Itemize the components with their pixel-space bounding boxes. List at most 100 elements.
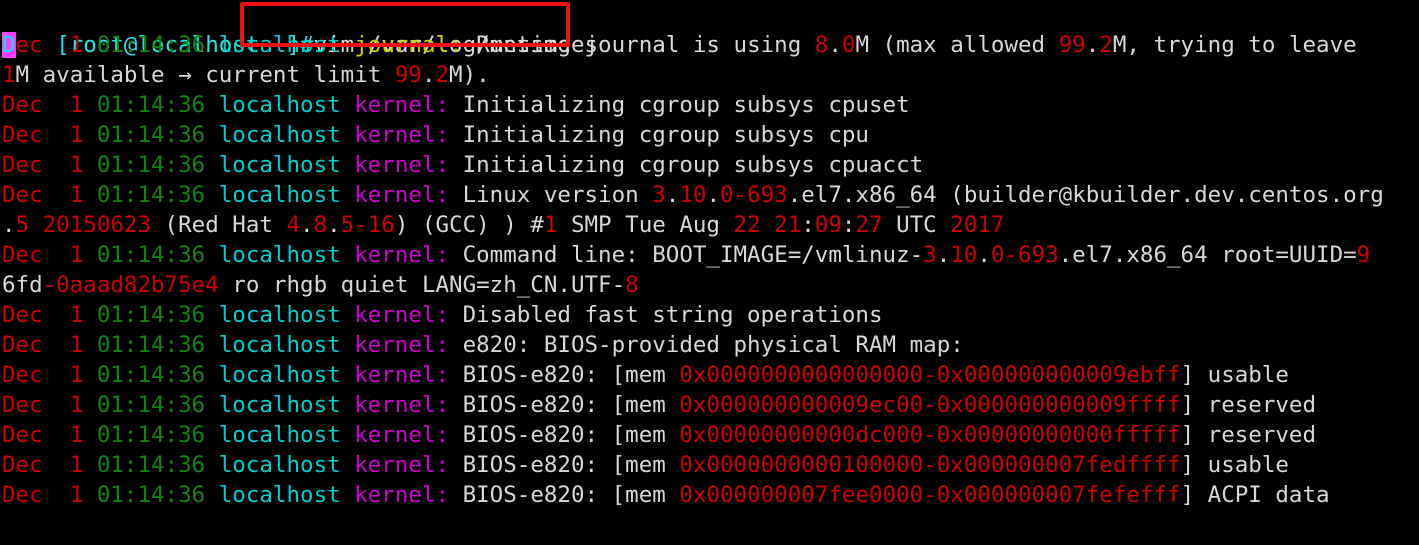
log-segment: UTC [882, 212, 951, 238]
log-segment: BIOS-e820: [mem [449, 392, 680, 418]
log-segment [341, 152, 355, 178]
log-segment [43, 422, 70, 448]
log-segment [83, 242, 97, 268]
log-segment: localhost [218, 122, 341, 148]
log-line: Dec 1 01:14:36 localhost kernel: BIOS-e8… [0, 360, 1419, 390]
log-segment [341, 392, 355, 418]
log-segment: ] reserved [1180, 392, 1317, 418]
log-segment [205, 332, 219, 358]
log-segment [83, 302, 97, 328]
log-segment [341, 362, 355, 388]
log-segment [341, 302, 355, 328]
log-segment: kernel: [354, 152, 450, 178]
log-segment [83, 182, 97, 208]
log-segment: kernel: [354, 242, 450, 268]
log-segment: kernel: [354, 362, 450, 388]
log-segment: localhost [218, 482, 341, 508]
log-segment: localhost [218, 302, 341, 328]
log-segment [341, 332, 355, 358]
log-segment: Dec [2, 392, 43, 418]
log-segment [43, 332, 70, 358]
log-segment: ] ACPI data [1180, 482, 1330, 508]
log-segment: 99 [394, 62, 422, 88]
log-segment: kernel: [354, 392, 450, 418]
log-segment [205, 182, 219, 208]
log-segment [205, 302, 219, 328]
log-segment: BIOS-e820: [mem [449, 482, 680, 508]
log-segment: M (max allowed [855, 32, 1059, 58]
log-segment: Dec [2, 182, 43, 208]
log-segment: 1 [69, 242, 84, 268]
log-segment: 5 20150623 [15, 212, 152, 238]
log-segment: Initializing cgroup subsys cpuacct [449, 152, 924, 178]
log-segment: ro rhgb quiet LANG=zh_CN.UTF- [218, 272, 626, 298]
log-segment: 1 [69, 482, 84, 508]
log-segment [341, 242, 355, 268]
log-segment: -0aaad82b75e4 [42, 272, 219, 298]
log-segment: journal: [354, 32, 463, 58]
log-segment: . [1085, 32, 1100, 58]
log-line: Dec 1 01:14:36 localhost kernel: Initial… [0, 90, 1419, 120]
log-segment: 0 [841, 32, 856, 58]
log-segment: localhost [218, 32, 341, 58]
log-segment: 09 [814, 212, 842, 238]
log-segment [43, 32, 70, 58]
log-segment: Dec [2, 482, 43, 508]
log-segment: 1 [69, 302, 84, 328]
log-segment: BIOS-e820: [mem [449, 452, 680, 478]
log-segment: . [706, 182, 720, 208]
log-segment: kernel: [354, 302, 450, 328]
log-segment: Linux version [449, 182, 653, 208]
log-segment: ] usable [1180, 362, 1289, 388]
terminal-window[interactable]: [root@localhost ~]#vim /var/log/messages… [0, 0, 1419, 545]
log-segment [83, 362, 97, 388]
log-segment: localhost [218, 182, 341, 208]
log-segment [43, 362, 70, 388]
log-output-area: Dec 1 01:14:36 localhost journal: Runtim… [0, 30, 1419, 510]
log-segment [205, 152, 219, 178]
log-line: 1M available → current limit 99.2M). [0, 60, 1419, 90]
log-segment [43, 452, 70, 478]
log-segment: 1 [543, 212, 558, 238]
log-segment: 01:14:36 [96, 242, 206, 268]
log-segment [341, 422, 355, 448]
log-segment: . [421, 62, 436, 88]
log-line: Dec 1 01:14:36 localhost kernel: BIOS-e8… [0, 390, 1419, 420]
log-segment: 0x00000000000dc000-0x00000000000fffff [679, 422, 1181, 448]
log-segment: localhost [218, 92, 341, 118]
log-line: Dec 1 01:14:36 localhost journal: Runtim… [0, 30, 1419, 60]
log-segment: 8 [814, 32, 829, 58]
log-segment: 27 [855, 212, 883, 238]
log-segment: 10 [679, 182, 707, 208]
log-segment: 99 [1058, 32, 1086, 58]
log-segment: Dec [2, 332, 43, 358]
log-segment [43, 392, 70, 418]
log-segment: ] usable [1180, 452, 1289, 478]
log-segment: 4 [286, 212, 301, 238]
log-segment: 1 [69, 392, 84, 418]
log-segment: SMP Tue Aug [557, 212, 734, 238]
log-segment [205, 242, 219, 268]
log-segment: 01:14:36 [96, 332, 206, 358]
log-segment: 2017 [950, 212, 1005, 238]
log-segment: localhost [218, 332, 341, 358]
log-segment: M, trying to leave [1112, 32, 1371, 58]
log-segment: 1 [69, 362, 84, 388]
log-segment [43, 152, 70, 178]
log-segment [83, 482, 97, 508]
log-segment: 1 [69, 32, 84, 58]
log-segment [43, 482, 70, 508]
log-segment [205, 452, 219, 478]
log-segment: 21 [774, 212, 802, 238]
log-segment [43, 122, 70, 148]
log-segment: BIOS-e820: [mem [449, 362, 680, 388]
log-line: .5 20150623 (Red Hat 4.8.5-16) (GCC) ) #… [0, 210, 1419, 240]
log-segment: . [936, 242, 951, 268]
log-segment: Dec [2, 302, 43, 328]
log-segment: 0x0000000000000000-0x000000000009ebff [679, 362, 1181, 388]
log-segment [43, 182, 70, 208]
log-segment [83, 92, 97, 118]
log-segment: 9 [1356, 242, 1371, 268]
log-segment: . [2, 212, 16, 238]
log-segment: 01:14:36 [96, 452, 206, 478]
